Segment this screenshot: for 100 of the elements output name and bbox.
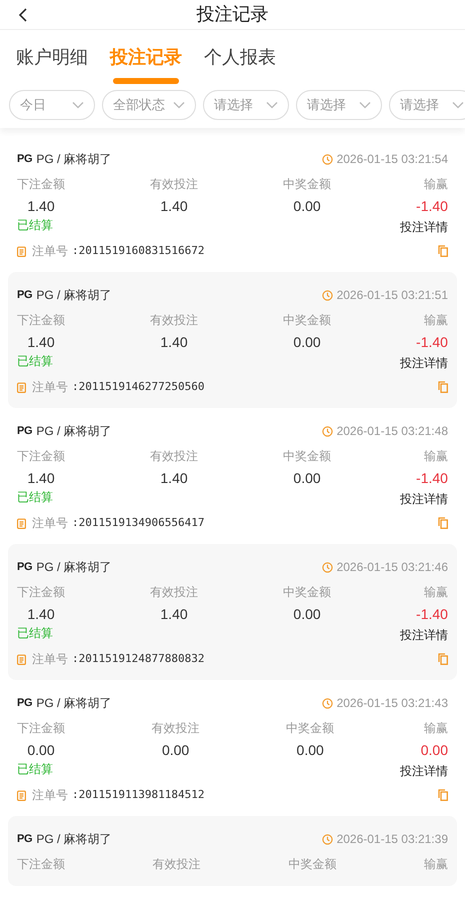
column-label: 下注金额 xyxy=(17,176,65,193)
copy-icon[interactable] xyxy=(438,245,448,257)
clipboard-icon xyxy=(17,654,26,664)
win-loss-value: 0.00 xyxy=(420,741,448,760)
provider-logo: PG xyxy=(17,424,32,439)
amount-value: 1.40 xyxy=(27,197,55,216)
bet-time: 2026-01-15 03:21:46 xyxy=(336,559,448,576)
chevron-down-icon xyxy=(452,101,464,109)
clipboard-icon xyxy=(17,518,26,528)
status-label: 已结算 xyxy=(17,217,53,234)
column-label: 输赢 xyxy=(424,584,448,601)
order-number-label: 注单号 xyxy=(32,515,68,532)
win-loss-value: -1.40 xyxy=(416,197,448,216)
status-label: 已结算 xyxy=(17,489,53,506)
status-label: 已结算 xyxy=(17,761,53,778)
bet-details-link[interactable]: 投注详情 xyxy=(400,762,448,780)
order-number-label: 注单号 xyxy=(32,379,68,396)
column-label: 有效投注 xyxy=(150,176,198,193)
column-label: 下注金额 xyxy=(17,584,65,601)
column-label: 下注金额 xyxy=(17,448,65,465)
clock-icon xyxy=(322,698,333,708)
win-loss-value: -1.40 xyxy=(416,333,448,352)
column-label: 下注金额 xyxy=(17,720,65,737)
game-name: PG / 麻将胡了 xyxy=(36,695,112,712)
game-name: PG / 麻将胡了 xyxy=(36,287,112,304)
amount-value: 0.00 xyxy=(293,469,321,488)
win-loss-value: -1.40 xyxy=(416,469,448,488)
column-label: 中奖金额 xyxy=(283,312,332,329)
amount-value: 1.40 xyxy=(27,605,55,624)
chevron-down-icon xyxy=(266,101,278,109)
amount-value: 0.00 xyxy=(162,741,190,760)
clock-icon xyxy=(322,154,333,164)
tab[interactable]: 账户明细 xyxy=(16,44,88,84)
game-name: PG / 麻将胡了 xyxy=(36,423,112,440)
order-number: :2011519146277250560 xyxy=(72,378,204,395)
back-icon[interactable] xyxy=(18,8,28,22)
copy-icon[interactable] xyxy=(438,381,448,393)
copy-icon[interactable] xyxy=(438,789,448,801)
game-name: PG / 麻将胡了 xyxy=(36,559,112,576)
column-label: 有效投注 xyxy=(150,584,198,601)
amount-value: 0.00 xyxy=(293,197,321,216)
chevron-down-icon xyxy=(359,101,371,109)
bet-time: 2026-01-15 03:21:54 xyxy=(336,151,448,168)
column-label: 有效投注 xyxy=(152,856,201,873)
column-label: 中奖金额 xyxy=(288,856,336,873)
column-label: 下注金额 xyxy=(17,312,65,329)
column-label: 输赢 xyxy=(424,856,448,873)
clipboard-icon xyxy=(17,246,26,256)
bet-details-link[interactable]: 投注详情 xyxy=(400,490,448,508)
column-label: 中奖金额 xyxy=(283,448,332,465)
provider-logo: PG xyxy=(17,832,32,847)
provider-logo: PG xyxy=(17,152,32,167)
order-number: :2011519124877880832 xyxy=(72,650,204,667)
clock-icon xyxy=(322,426,333,436)
order-number: :2011519160831516672 xyxy=(72,242,204,259)
column-label: 有效投注 xyxy=(150,312,198,329)
game-name: PG / 麻将胡了 xyxy=(36,831,112,848)
column-label: 下注金额 xyxy=(17,856,65,873)
provider-logo: PG xyxy=(17,560,32,575)
chevron-down-icon xyxy=(72,101,84,109)
column-label: 中奖金额 xyxy=(283,176,332,193)
clock-icon xyxy=(322,562,333,572)
bet-time: 2026-01-15 03:21:51 xyxy=(336,287,448,304)
order-number-label: 注单号 xyxy=(32,651,68,668)
bet-details-link[interactable]: 投注详情 xyxy=(400,354,448,372)
bet-details-link[interactable]: 投注详情 xyxy=(400,218,448,236)
bet-time: 2026-01-15 03:21:48 xyxy=(336,423,448,440)
copy-icon[interactable] xyxy=(438,653,448,665)
amount-value: 0.00 xyxy=(27,741,55,760)
column-label: 有效投注 xyxy=(150,448,198,465)
clock-icon xyxy=(322,834,333,844)
column-label: 输赢 xyxy=(424,720,448,737)
order-number-label: 注单号 xyxy=(32,243,68,260)
bet-time: 2026-01-15 03:21:43 xyxy=(336,695,448,712)
chevron-down-icon xyxy=(173,101,185,109)
column-label: 有效投注 xyxy=(152,720,200,737)
amount-value: 1.40 xyxy=(27,333,55,352)
amount-value: 0.00 xyxy=(293,605,321,624)
order-number: :2011519113981184512 xyxy=(72,786,204,803)
column-label: 输赢 xyxy=(424,176,448,193)
win-loss-value: -1.40 xyxy=(416,605,448,624)
amount-value: 1.40 xyxy=(27,469,55,488)
clock-icon xyxy=(322,290,333,300)
tab[interactable]: 个人报表 xyxy=(204,44,276,84)
game-name: PG / 麻将胡了 xyxy=(36,151,112,168)
column-label: 中奖金额 xyxy=(283,584,332,601)
column-label: 输赢 xyxy=(424,312,448,329)
amount-value: 1.40 xyxy=(160,605,188,624)
clipboard-icon xyxy=(17,382,26,392)
column-label: 输赢 xyxy=(424,448,448,465)
bet-details-link[interactable]: 投注详情 xyxy=(400,626,448,644)
clipboard-icon xyxy=(17,790,26,800)
copy-icon[interactable] xyxy=(438,517,448,529)
column-label: 中奖金额 xyxy=(286,720,334,737)
amount-value: 1.40 xyxy=(160,469,188,488)
amount-value: 0.00 xyxy=(293,333,321,352)
bet-time: 2026-01-15 03:21:39 xyxy=(336,831,448,848)
status-label: 已结算 xyxy=(17,625,53,642)
order-number-label: 注单号 xyxy=(32,787,68,804)
amount-value: 0.00 xyxy=(296,741,324,760)
